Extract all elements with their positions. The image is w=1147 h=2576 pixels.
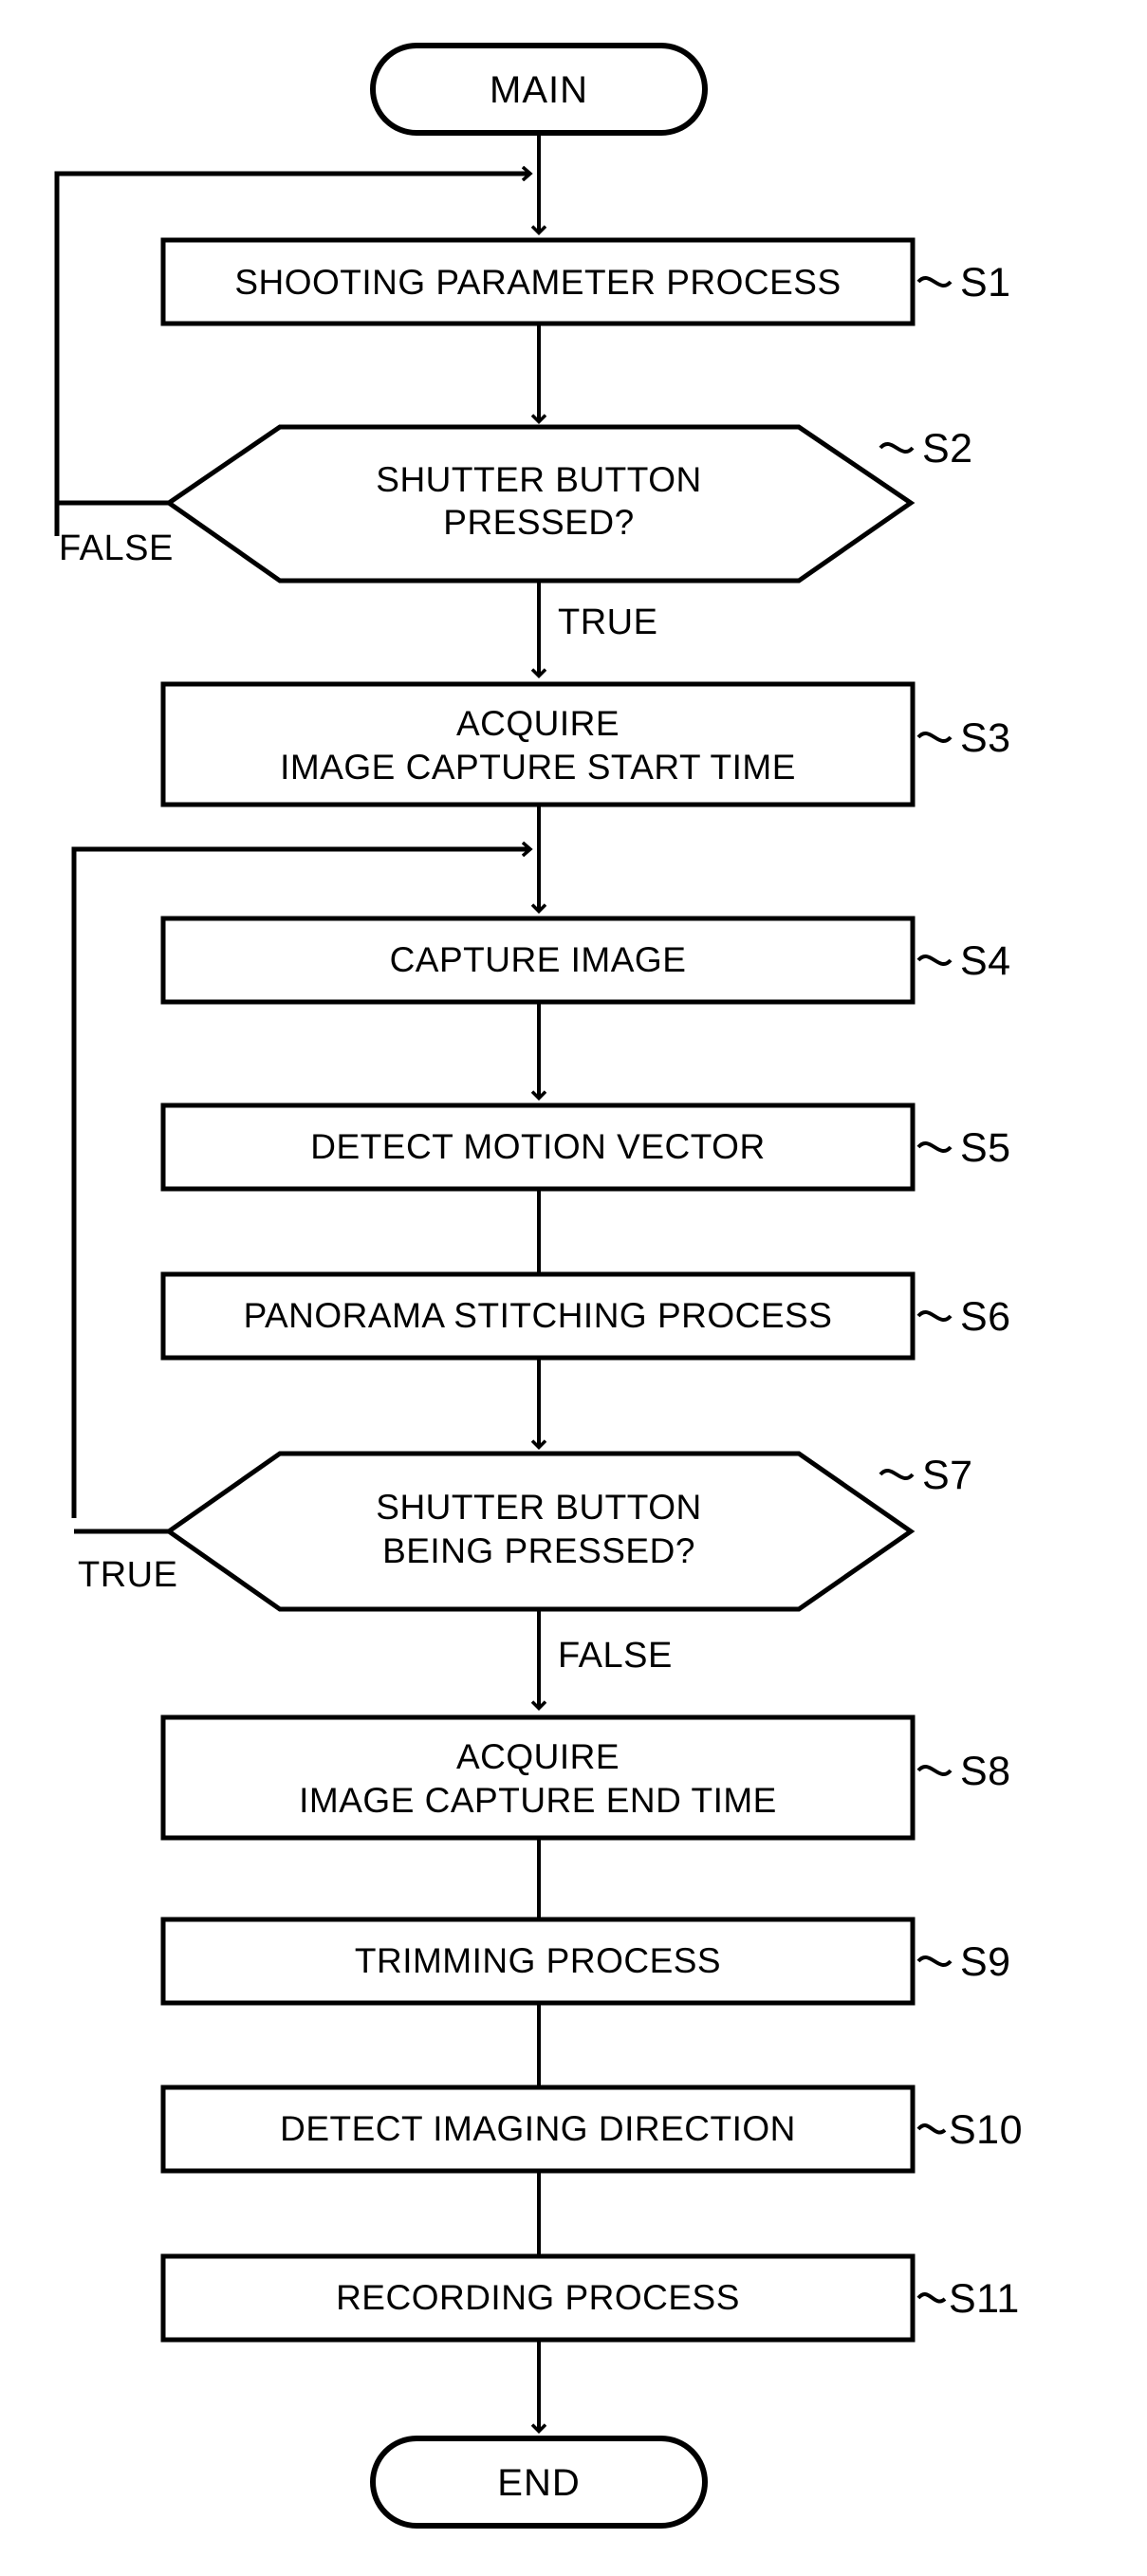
step-label-s11: S11 (949, 2276, 1020, 2322)
process-s4-label: CAPTURE IMAGE (390, 940, 687, 979)
leader-s8 (916, 1765, 953, 1776)
leader-s9 (916, 1955, 953, 1967)
leader-s6 (916, 1310, 953, 1322)
node-s9: TRIMMING PROCESS (160, 1917, 916, 2006)
edge-label-s7-false: FALSE (558, 1636, 673, 1676)
process-s3-label-line1: ACQUIRE (456, 704, 620, 743)
decision-s2-label-line1: SHUTTER BUTTON (376, 460, 701, 499)
edge-label-s7-true: TRUE (78, 1555, 177, 1595)
edge-label-s2-false: FALSE (59, 528, 174, 568)
flowchart-canvas: MAIN SHOOTING PARAMETER PROCESS S1 SHUTT… (0, 0, 1147, 2576)
node-s11: RECORDING PROCESS (160, 2253, 916, 2343)
step-label-s1: S1 (960, 260, 1011, 306)
decision-s2-label-line2: PRESSED? (443, 503, 634, 542)
step-label-s9: S9 (960, 1939, 1011, 1985)
process-s1-label: SHOOTING PARAMETER PROCESS (234, 263, 841, 302)
leader-s4 (916, 954, 953, 966)
leader-s3 (916, 732, 953, 743)
node-s2: SHUTTER BUTTON PRESSED? (164, 424, 916, 584)
process-s8-label-line2: IMAGE CAPTURE END TIME (299, 1781, 777, 1820)
flowchart-svg: MAIN SHOOTING PARAMETER PROCESS S1 SHUTT… (54, 43, 1023, 2529)
process-s8-label-line1: ACQUIRE (456, 1737, 620, 1776)
step-label-s7: S7 (922, 1453, 973, 1498)
node-main: MAIN (370, 43, 708, 136)
step-label-s5: S5 (960, 1125, 1011, 1171)
process-s9-label: TRIMMING PROCESS (355, 1941, 721, 1980)
step-label-s8: S8 (960, 1749, 1011, 1794)
node-end: END (370, 2436, 708, 2529)
decision-s7-label-line2: BEING PRESSED? (382, 1531, 695, 1570)
node-s10: DETECT IMAGING DIRECTION (160, 2085, 916, 2174)
leader-s11 (916, 2292, 947, 2304)
terminator-start-label: MAIN (490, 69, 588, 111)
leader-s2 (879, 442, 915, 454)
node-s6: PANORAMA STITCHING PROCESS (160, 1271, 916, 1361)
leader-s1 (916, 276, 953, 287)
node-s7: SHUTTER BUTTON BEING PRESSED? (164, 1451, 916, 1612)
step-label-s10: S10 (949, 2107, 1023, 2153)
node-s8: ACQUIRE IMAGE CAPTURE END TIME (160, 1714, 916, 1841)
edge-label-s2-true: TRUE (558, 602, 657, 642)
node-s5: DETECT MOTION VECTOR (160, 1103, 916, 1192)
node-s1: SHOOTING PARAMETER PROCESS (160, 237, 916, 326)
step-label-s3: S3 (960, 715, 1011, 761)
step-label-s6: S6 (960, 1294, 1011, 1340)
process-s11-label: RECORDING PROCESS (336, 2278, 740, 2317)
step-label-s2: S2 (922, 426, 973, 472)
process-s3-label-line2: IMAGE CAPTURE START TIME (280, 748, 796, 787)
node-s3: ACQUIRE IMAGE CAPTURE START TIME (160, 681, 916, 807)
leader-s10 (916, 2123, 947, 2135)
leader-s7 (879, 1469, 915, 1480)
node-s4: CAPTURE IMAGE (160, 916, 916, 1005)
process-s5-label: DETECT MOTION VECTOR (310, 1127, 765, 1166)
decision-s7-label-line1: SHUTTER BUTTON (376, 1488, 701, 1527)
step-label-s4: S4 (960, 938, 1011, 984)
leader-s5 (916, 1141, 953, 1153)
terminator-end-label: END (497, 2462, 580, 2504)
process-s10-label: DETECT IMAGING DIRECTION (280, 2109, 796, 2148)
process-s6-label: PANORAMA STITCHING PROCESS (244, 1296, 833, 1335)
